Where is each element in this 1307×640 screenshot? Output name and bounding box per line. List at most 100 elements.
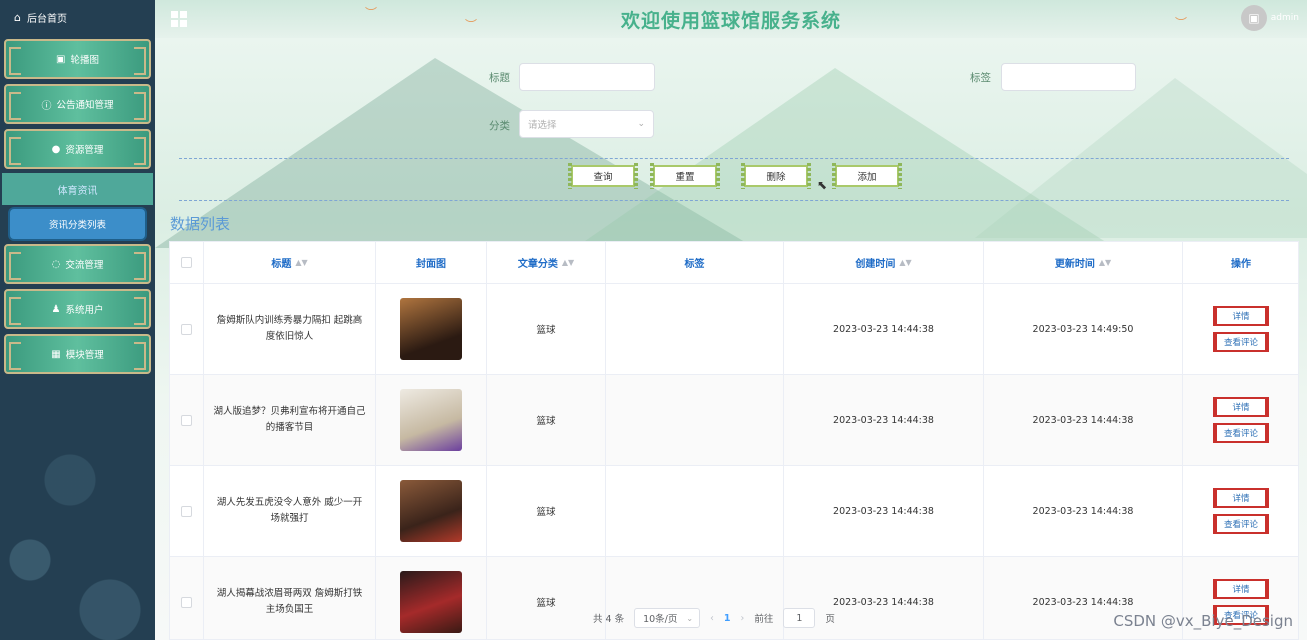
sidebar-subitem-sports-news[interactable]: 体育资讯 (2, 173, 153, 205)
data-table: 标题 ▲▼ 封面图 文章分类 ▲▼ 标签 创建时间 ▲▼ 更新时间 ▲▼ 操作 詹姆斯队… (169, 241, 1299, 640)
sidebar-item-label: 交流管理 (65, 260, 104, 271)
row-created: 2023-03-23 14:44:38 (784, 466, 984, 556)
pagination-total: 共 4 条 (593, 614, 625, 625)
row-category: 篮球 (487, 375, 606, 465)
cover-image (400, 571, 462, 633)
column-header-tag: 标签 (684, 259, 705, 270)
prev-page-button[interactable]: ‹ (710, 613, 714, 624)
category-select-placeholder: 请选择 (528, 120, 557, 131)
grid-icon: ▦ (51, 348, 61, 360)
row-created: 2023-03-23 14:44:38 (784, 375, 984, 465)
delete-button[interactable]: 删除 (741, 163, 811, 189)
reset-button[interactable]: 重置 (650, 163, 720, 189)
row-title: 湖人揭幕战浓眉哥两双 詹姆斯打铁主场负国王 (204, 557, 376, 639)
sidebar-item-label: 体育资讯 (57, 185, 98, 197)
tag-filter-label: 标签 (970, 72, 991, 84)
detail-button[interactable]: 详情 (1213, 488, 1269, 508)
row-category: 篮球 (487, 557, 606, 639)
row-tag (606, 466, 784, 556)
main-content: 标题 标签 分类 请选择 ⌄ 查询 重置 删除 添加 ⬉ 数据列表 标题 ▲▼ 封… (155, 38, 1307, 640)
pagination: 共 4 条 10条/页 ⌄ ‹ 1 › 前往 1 页 (593, 608, 835, 628)
page-number-current[interactable]: 1 (724, 613, 731, 624)
view-comments-button[interactable]: 查看评论 (1213, 332, 1269, 352)
cover-image (400, 298, 462, 360)
chevron-down-icon: ⌄ (686, 613, 694, 623)
table-row: 詹姆斯队内训练秀暴力隔扣 起跳高度依旧惊人 篮球 2023-03-23 14:4… (170, 284, 1298, 375)
home-label: 后台首页 (26, 13, 67, 25)
user-icon: ♟ (51, 303, 61, 315)
row-updated: 2023-03-23 14:44:38 (984, 375, 1183, 465)
category-filter-label: 分类 (489, 120, 510, 132)
table-row: 湖人先发五虎没令人意外 威少一开场就强打 篮球 2023-03-23 14:44… (170, 466, 1298, 557)
view-comments-button[interactable]: 查看评论 (1213, 514, 1269, 534)
column-header-cover: 封面图 (416, 259, 446, 270)
sidebar-item-label: 资源管理 (65, 145, 104, 156)
top-bar: ︶ ︶ ︶ 欢迎使用篮球馆服务系统 ▣ admin (155, 0, 1307, 38)
image-icon: ▣ (56, 53, 66, 65)
row-checkbox[interactable] (181, 505, 192, 517)
username[interactable]: admin (1271, 13, 1299, 23)
row-category: 篮球 (487, 466, 606, 556)
column-header-category[interactable]: 文章分类 (518, 255, 558, 270)
row-title: 湖人先发五虎没令人意外 威少一开场就强打 (204, 466, 376, 556)
row-tag (606, 284, 784, 374)
table-row: 湖人版追梦？贝弗利宣布将开通自己的播客节目 篮球 2023-03-23 14:4… (170, 375, 1298, 466)
goto-label: 前往 (754, 614, 774, 625)
row-updated: 2023-03-23 14:44:38 (984, 466, 1183, 556)
next-page-button[interactable]: › (741, 613, 745, 624)
avatar[interactable]: ▣ (1241, 5, 1267, 31)
chevron-down-icon: ⌄ (637, 119, 645, 129)
page-unit-label: 页 (825, 614, 835, 625)
title-filter-label: 标题 (489, 72, 510, 84)
view-comments-button[interactable]: 查看评论 (1213, 423, 1269, 443)
sidebar-item-label: 公告通知管理 (56, 100, 114, 111)
detail-button[interactable]: 详情 (1213, 306, 1269, 326)
sidebar-item-label: 系统用户 (65, 305, 104, 316)
sort-icon[interactable]: ▲▼ (562, 258, 574, 267)
column-header-actions: 操作 (1231, 259, 1251, 270)
column-header-created[interactable]: 创建时间 (855, 255, 895, 270)
sidebar-subitem-news-categories[interactable]: 资讯分类列表 (10, 209, 145, 239)
page-size-select[interactable]: 10条/页 ⌄ (634, 608, 701, 628)
sidebar-item-communication[interactable]: ◌ 交流管理 (4, 244, 151, 284)
sort-icon[interactable]: ▲▼ (295, 258, 307, 267)
tag-filter-input[interactable] (1001, 63, 1136, 91)
select-all-checkbox[interactable] (181, 257, 192, 268)
mouse-cursor-icon: ⬉ (817, 178, 828, 192)
row-tag (606, 375, 784, 465)
sidebar-item-carousel[interactable]: ▣ 轮播图 (4, 39, 151, 79)
chat-icon: ◌ (51, 258, 61, 270)
info-icon: ⓘ (41, 100, 52, 112)
column-header-updated[interactable]: 更新时间 (1055, 255, 1095, 270)
detail-button[interactable]: 详情 (1213, 579, 1269, 599)
query-button[interactable]: 查询 (568, 163, 638, 189)
goto-page-input[interactable]: 1 (783, 608, 816, 628)
list-title: 数据列表 (170, 215, 231, 233)
detail-button[interactable]: 详情 (1213, 397, 1269, 417)
sidebar: ⌂ 后台首页 ▣ 轮播图 ⓘ 公告通知管理 ● 资源管理 体育资讯 资讯分类列表… (0, 0, 155, 640)
sidebar-item-label: 模块管理 (65, 350, 104, 361)
divider (179, 200, 1289, 201)
cover-image (400, 389, 462, 451)
sidebar-item-modules[interactable]: ▦ 模块管理 (4, 334, 151, 374)
sort-icon[interactable]: ▲▼ (899, 258, 911, 267)
sidebar-item-system-users[interactable]: ♟ 系统用户 (4, 289, 151, 329)
sidebar-item-announcements[interactable]: ⓘ 公告通知管理 (4, 84, 151, 124)
row-checkbox[interactable] (181, 323, 192, 335)
row-created: 2023-03-23 14:44:38 (784, 284, 984, 374)
sort-icon[interactable]: ▲▼ (1099, 258, 1111, 267)
sidebar-item-resources[interactable]: ● 资源管理 (4, 129, 151, 169)
title-filter-input[interactable] (519, 63, 655, 91)
category-select[interactable]: 请选择 ⌄ (519, 110, 654, 138)
watermark: CSDN @vx_Biye_Design (1113, 612, 1293, 630)
row-title: 湖人版追梦？贝弗利宣布将开通自己的播客节目 (204, 375, 376, 465)
site-title: 欢迎使用篮球馆服务系统 (620, 10, 841, 32)
column-header-title[interactable]: 标题 (271, 255, 291, 270)
row-checkbox[interactable] (181, 414, 192, 426)
row-title: 詹姆斯队内训练秀暴力隔扣 起跳高度依旧惊人 (204, 284, 376, 374)
sidebar-item-label: 资讯分类列表 (48, 220, 106, 231)
home-link[interactable]: ⌂ 后台首页 (0, 0, 155, 34)
add-button[interactable]: 添加 (832, 163, 902, 189)
sidebar-item-label: 轮播图 (70, 55, 99, 66)
row-checkbox[interactable] (181, 596, 192, 608)
